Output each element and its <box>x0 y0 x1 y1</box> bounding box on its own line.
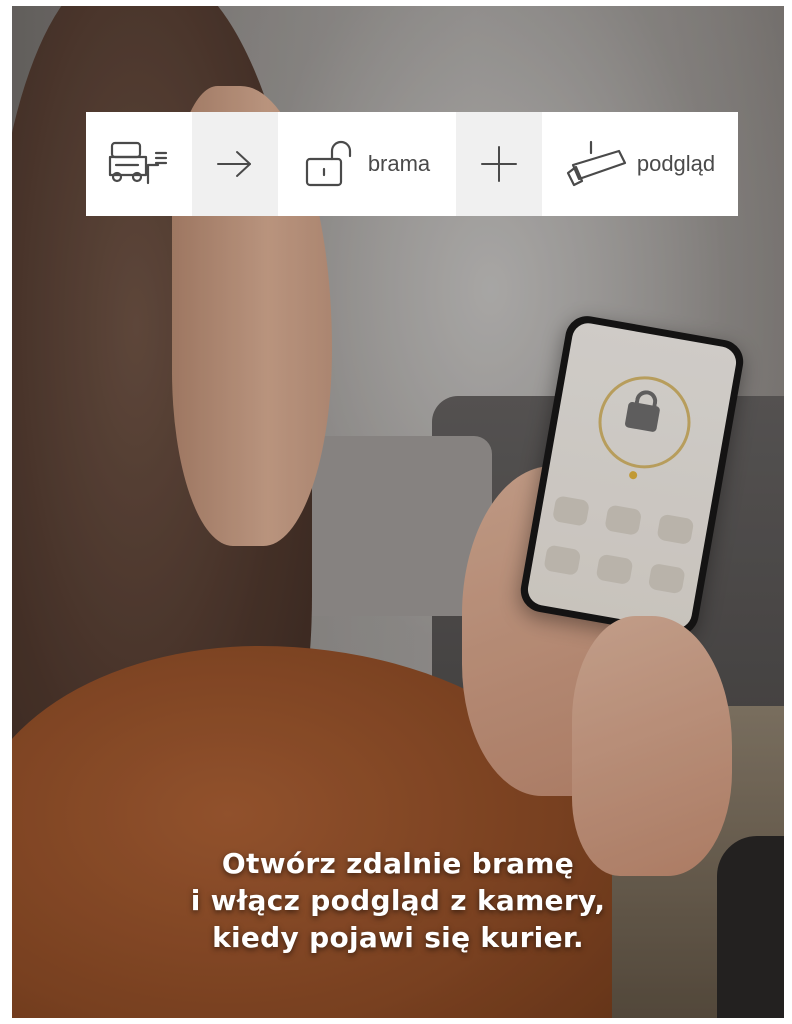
camera-cell: podgląd <box>542 112 738 216</box>
plus-icon <box>481 146 517 182</box>
delivery-truck-icon <box>108 141 168 185</box>
preview-label: podgląd <box>636 151 716 176</box>
truck-cell <box>86 112 192 216</box>
security-camera-icon <box>566 140 626 187</box>
gate-label: brama <box>367 151 431 176</box>
caption-line-1: Otwórz zdalnie bramę <box>221 847 575 880</box>
caption-line-3: kiedy pojawi się kurier. <box>212 921 584 954</box>
arrow-cell <box>192 112 278 216</box>
open-padlock-icon <box>305 140 351 187</box>
plus-cell <box>456 112 542 216</box>
promo-caption: Otwórz zdalnie bramę i włącz podgląd z k… <box>12 845 784 956</box>
feature-icon-bar: brama podgląd <box>86 112 738 216</box>
arrow-right-icon <box>217 151 251 177</box>
gate-cell: brama <box>278 112 456 216</box>
caption-line-2: i włącz podgląd z kamery, <box>190 884 606 917</box>
